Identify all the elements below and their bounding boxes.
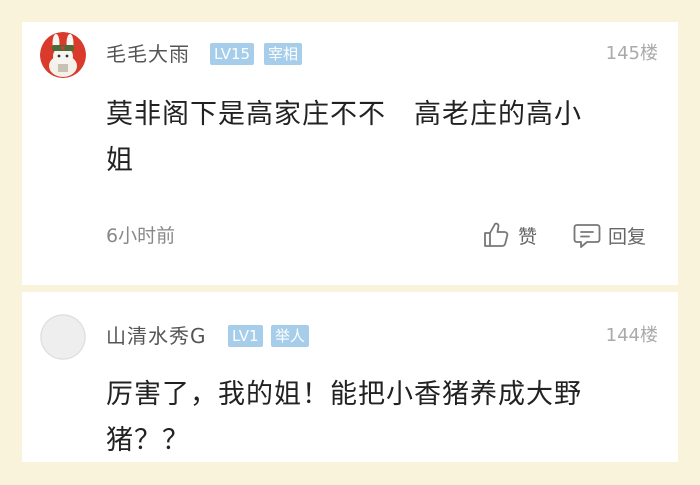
comment-card: 山清水秀G LV1 举人 144楼 厉害了，我的姐！能把小香猪养成大野 猪？？ [22,292,678,462]
level-badge: LV15 [210,43,255,65]
rabbit-avatar-icon[interactable] [40,32,86,78]
floor-number: 144楼 [605,325,658,346]
thumbs-up-icon [484,222,509,247]
floor-number: 145楼 [605,43,658,64]
comment-bubble-icon [573,224,601,248]
comment-card: 毛毛大雨 LV15 宰相 145楼 莫非阁下是高家庄不不 高老庄的高小 姐 6小… [22,22,678,285]
level-badge: LV1 [228,325,263,347]
timestamp: 6小时前 [106,225,176,247]
reply-button[interactable]: 回复 [572,219,646,251]
title-badge: 举人 [271,325,310,347]
comment-text: 厉害了，我的姐！能把小香猪养成大野 猪？？ [106,379,582,456]
like-label: 赞 [518,225,538,248]
default-avatar-icon[interactable] [40,314,86,360]
username[interactable]: 毛毛大雨 [106,40,190,68]
comment-text: 莫非阁下是高家庄不不 高老庄的高小 姐 [106,99,582,176]
title-badge: 宰相 [264,43,303,65]
like-button[interactable]: 赞 [482,219,537,251]
username[interactable]: 山清水秀G [106,322,207,350]
reply-label: 回复 [608,225,647,248]
